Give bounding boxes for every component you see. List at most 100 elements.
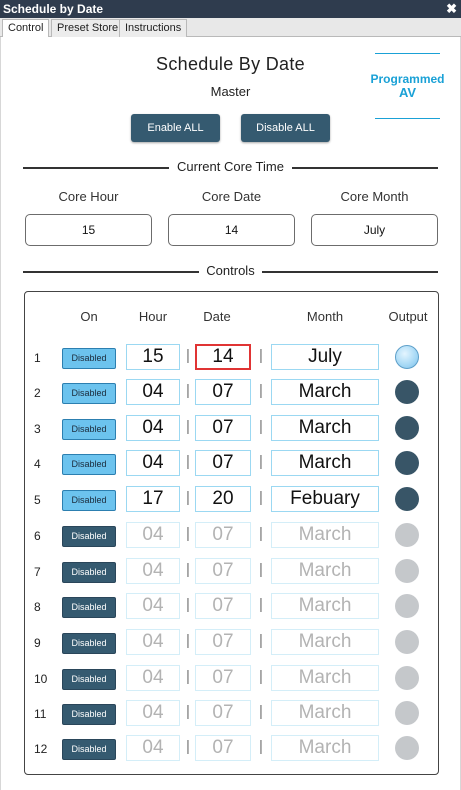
hour-field[interactable]: 04 [126,629,180,655]
schedule-row-2: 2 Disabled 04 | 07 | March [0,379,461,409]
output-indicator-icon [395,416,419,440]
hour-field[interactable]: 04 [126,665,180,691]
page-title: Schedule By Date [156,54,305,74]
schedule-row-6: 6 Disabled 04 | 07 | March [0,522,461,552]
date-field[interactable]: 07 [195,522,251,548]
core-hour-field[interactable]: 15 [25,214,152,246]
enable-toggle-button[interactable]: Disabled [62,383,116,404]
schedule-row-9: 9 Disabled 04 | 07 | March [0,629,461,659]
enable-toggle-button[interactable]: Disabled [62,704,116,725]
date-field[interactable]: 07 [195,450,251,476]
enable-all-button[interactable]: Enable ALL [131,114,220,142]
tab-bar: Control Preset Store Instructions [0,18,461,38]
separator: | [259,738,263,755]
core-time-section-title: Current Core Time [169,159,292,174]
disable-all-button[interactable]: Disable ALL [241,114,330,142]
tab-instructions[interactable]: Instructions [119,19,188,37]
date-field[interactable]: 07 [195,665,251,691]
month-field[interactable]: March [271,700,379,726]
separator: | [186,489,190,506]
output-indicator-icon [395,380,419,404]
schedule-row-10: 10 Disabled 04 | 07 | March [0,665,461,695]
month-field[interactable]: March [271,379,379,405]
row-number: 9 [34,636,41,650]
hour-field[interactable]: 04 [126,593,180,619]
month-field[interactable]: March [271,415,379,441]
row-number: 4 [34,457,41,471]
month-field[interactable]: March [271,629,379,655]
divider-left [23,167,169,169]
output-indicator-icon [395,559,419,583]
column-header-on: On [80,309,98,324]
enable-toggle-button[interactable]: Disabled [62,454,116,475]
separator: | [259,632,263,649]
date-field[interactable]: 07 [195,593,251,619]
tab-preset-store[interactable]: Preset Store [51,19,125,37]
date-field[interactable]: 14 [195,344,251,370]
row-number: 11 [34,707,47,721]
output-indicator-icon [395,523,419,547]
output-indicator-icon [395,594,419,618]
core-hour-label: Core Hour [58,189,119,204]
hour-field[interactable]: 04 [126,379,180,405]
schedule-row-8: 8 Disabled 04 | 07 | March [0,593,461,623]
schedule-row-1: 1 Disabled 15 | 14 | July [0,344,461,374]
hour-field[interactable]: 04 [126,522,180,548]
month-field[interactable]: March [271,558,379,584]
enable-toggle-button[interactable]: Disabled [62,633,116,654]
schedule-row-4: 4 Disabled 04 | 07 | March [0,450,461,480]
hour-field[interactable]: 04 [126,450,180,476]
tab-control[interactable]: Control [2,19,50,38]
schedule-row-11: 11 Disabled 04 | 07 | March [0,700,461,730]
separator: | [259,453,263,470]
enable-toggle-button[interactable]: Disabled [62,348,116,369]
core-date-field[interactable]: 14 [168,214,295,246]
controls-section-title: Controls [199,263,262,278]
column-header-date: Date [203,309,231,324]
date-field[interactable]: 07 [195,629,251,655]
month-field[interactable]: March [271,450,379,476]
hour-field[interactable]: 15 [126,344,180,370]
date-field[interactable]: 07 [195,558,251,584]
divider-right [262,271,438,273]
date-field[interactable]: 07 [195,735,251,761]
date-field[interactable]: 20 [195,486,251,512]
hour-field[interactable]: 17 [126,486,180,512]
month-field[interactable]: March [271,735,379,761]
separator: | [186,418,190,435]
hour-field[interactable]: 04 [126,735,180,761]
enable-toggle-button[interactable]: Disabled [62,739,116,760]
separator: | [186,382,190,399]
date-field[interactable]: 07 [195,379,251,405]
hour-field[interactable]: 04 [126,415,180,441]
date-field[interactable]: 07 [195,700,251,726]
core-month-field[interactable]: July [311,214,438,246]
hour-field[interactable]: 04 [126,558,180,584]
enable-toggle-button[interactable]: Disabled [62,562,116,583]
page-subtitle: Master [210,84,251,99]
close-icon[interactable]: ✖ [446,0,457,18]
enable-toggle-button[interactable]: Disabled [62,490,116,511]
enable-toggle-button[interactable]: Disabled [62,597,116,618]
enable-toggle-button[interactable]: Disabled [62,526,116,547]
separator: | [186,703,190,720]
divider-left [23,271,199,273]
row-number: 1 [34,351,41,365]
schedule-row-7: 7 Disabled 04 | 07 | March [0,558,461,588]
row-number: 3 [34,422,41,436]
row-number: 2 [34,386,41,400]
month-field[interactable]: March [271,665,379,691]
output-indicator-icon [395,345,419,369]
column-header-month: Month [306,309,344,324]
month-field[interactable]: March [271,593,379,619]
schedule-row-3: 3 Disabled 04 | 07 | March [0,415,461,445]
output-indicator-icon [395,630,419,654]
enable-toggle-button[interactable]: Disabled [62,669,116,690]
date-field[interactable]: 07 [195,415,251,441]
enable-toggle-button[interactable]: Disabled [62,419,116,440]
hour-field[interactable]: 04 [126,700,180,726]
month-field[interactable]: Febuary [271,486,379,512]
column-header-hour: Hour [138,309,168,324]
month-field[interactable]: July [271,344,379,370]
month-field[interactable]: March [271,522,379,548]
